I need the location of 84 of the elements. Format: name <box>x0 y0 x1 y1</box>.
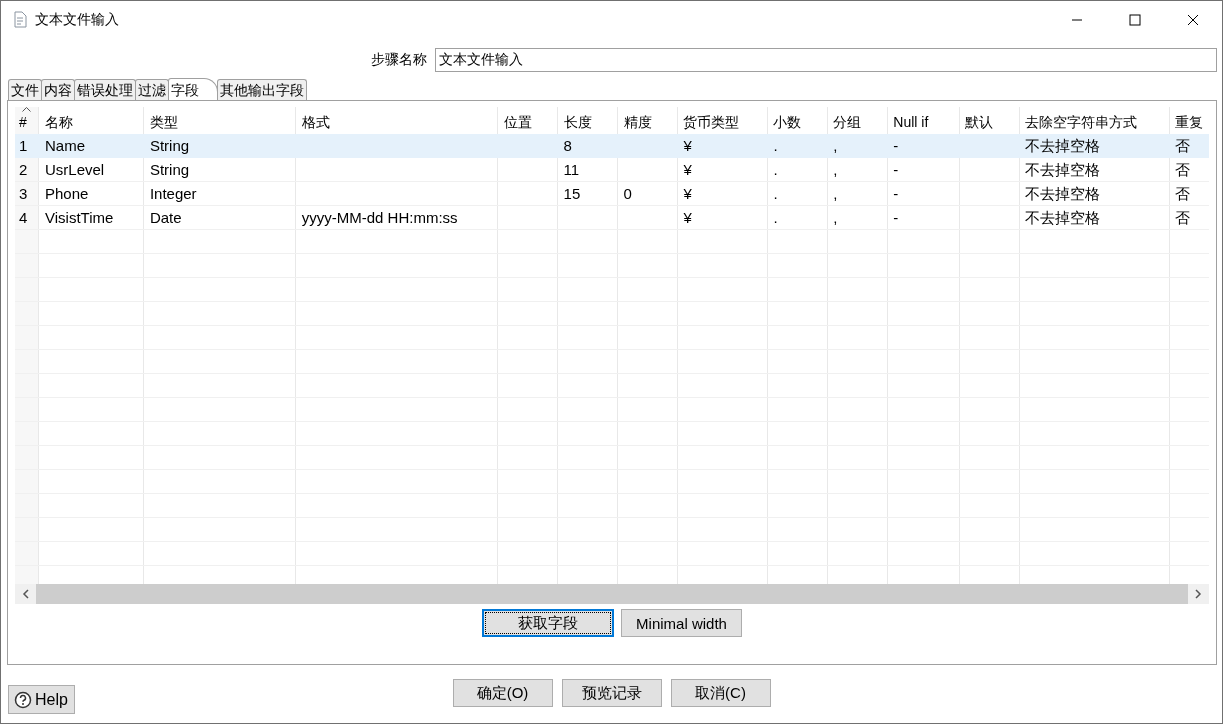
close-icon <box>1187 13 1199 26</box>
table-cell: , <box>833 161 838 178</box>
table-cell: . <box>773 209 778 226</box>
help-icon <box>14 690 32 709</box>
column-header[interactable]: 类型 <box>149 114 178 130</box>
preview-button[interactable]: 预览记录 <box>561 679 662 707</box>
column-header[interactable]: # <box>19 114 27 130</box>
table-cell: , <box>833 209 838 226</box>
tab[interactable]: 文件 <box>8 79 42 100</box>
table-cell: 不去掉空格 <box>1025 209 1101 226</box>
table-cell: String <box>149 137 190 154</box>
table-cell: 不去掉空格 <box>1025 185 1101 202</box>
column-header[interactable]: 名称 <box>45 114 73 130</box>
tab[interactable]: 过滤 <box>135 79 169 100</box>
tab[interactable]: 字段 <box>168 78 218 100</box>
document-icon <box>13 11 29 28</box>
table-cell: UsrLevel <box>45 161 105 178</box>
table-cell: 否 <box>1175 137 1191 154</box>
table-cell: - <box>893 185 899 202</box>
table-cell: String <box>149 161 190 178</box>
tab[interactable]: 其他输出字段 <box>217 79 307 100</box>
table-cell: ¥ <box>683 137 692 154</box>
table-cell: yyyy-MM-dd HH:mm:ss <box>301 209 458 226</box>
table-cell: ¥ <box>683 209 692 226</box>
table-cell: 不去掉空格 <box>1025 161 1101 178</box>
table-cell: Date <box>149 209 182 226</box>
get-fields-button[interactable]: 获取字段 <box>482 609 615 637</box>
column-header[interactable]: 小数 <box>773 114 802 130</box>
step-name-label: 步骤名称 <box>371 51 427 69</box>
table-cell: 15 <box>563 185 581 202</box>
table-cell: . <box>773 137 778 154</box>
table-cell: 0 <box>623 185 632 202</box>
tab[interactable]: 内容 <box>41 79 75 100</box>
row-number: 1 <box>19 137 28 154</box>
column-header[interactable]: 格式 <box>301 114 330 130</box>
table-cell: 否 <box>1175 161 1191 178</box>
scroll-left-button[interactable] <box>15 584 36 604</box>
chevron-left-icon <box>22 589 29 599</box>
scroll-right-button[interactable] <box>1188 584 1209 604</box>
help-button[interactable]: Help <box>8 685 75 714</box>
table-cell: 11 <box>563 161 580 178</box>
table-row[interactable]: 3 Phone Integer 15 0 ¥ . , - 不去掉空格 否 <box>15 182 1209 206</box>
scrollbar-thumb[interactable] <box>36 584 1188 604</box>
maximize-icon <box>1129 13 1141 26</box>
table-cell: , <box>833 185 838 202</box>
column-header[interactable]: 去除空字符串方式 <box>1025 114 1138 130</box>
table-cell: . <box>773 161 778 178</box>
table-cell: 否 <box>1175 209 1191 226</box>
table-row[interactable]: 2 UsrLevel String 11 ¥ . , - 不去掉空格 否 <box>15 158 1209 182</box>
table-row[interactable]: 4 VisistTime Date yyyy-MM-dd HH:mm:ss ¥ . , - 不去掉空格 否 <box>15 206 1209 230</box>
column-header[interactable]: 精度 <box>623 114 652 130</box>
table-cell: . <box>773 185 778 202</box>
table-cell: ¥ <box>683 185 692 202</box>
step-name-field[interactable]: 文本文件输入 <box>435 48 1217 72</box>
column-header[interactable]: 货币类型 <box>683 114 740 130</box>
tab[interactable]: 错误处理 <box>74 79 136 100</box>
row-number: 2 <box>19 161 28 178</box>
column-header[interactable]: 重复 <box>1175 114 1204 130</box>
minimal-width-button[interactable]: Minimal width <box>621 609 742 637</box>
ok-button[interactable]: 确定(O) <box>452 679 553 707</box>
table-row[interactable]: 1 Name String 8 ¥ . , - 不去掉空格 否 <box>15 134 1209 158</box>
table-cell: Integer <box>149 185 197 202</box>
row-number: 4 <box>19 209 28 226</box>
table-cell: 不去掉空格 <box>1025 137 1101 154</box>
cancel-button[interactable]: 取消(C) <box>670 679 771 707</box>
chevron-right-icon <box>1195 589 1202 599</box>
window-title: 文本文件输入 <box>35 10 120 29</box>
table-cell: 否 <box>1175 185 1191 202</box>
sort-icon <box>22 107 31 112</box>
table-cell: - <box>893 137 899 154</box>
table-cell: VisistTime <box>45 209 114 226</box>
table-cell: ¥ <box>683 161 692 178</box>
table-cell: Phone <box>45 185 89 202</box>
table-cell: - <box>893 209 899 226</box>
column-header[interactable]: 位置 <box>503 114 532 130</box>
table-cell: 8 <box>563 137 572 154</box>
table-cell: , <box>833 137 838 154</box>
column-header[interactable]: 默认 <box>965 114 994 130</box>
column-header[interactable]: 分组 <box>833 114 862 130</box>
row-number: 3 <box>19 185 28 202</box>
column-header[interactable]: Null if <box>893 114 929 130</box>
column-header[interactable]: 长度 <box>563 114 592 130</box>
table-cell: Name <box>45 137 85 154</box>
table-cell: - <box>893 161 899 178</box>
